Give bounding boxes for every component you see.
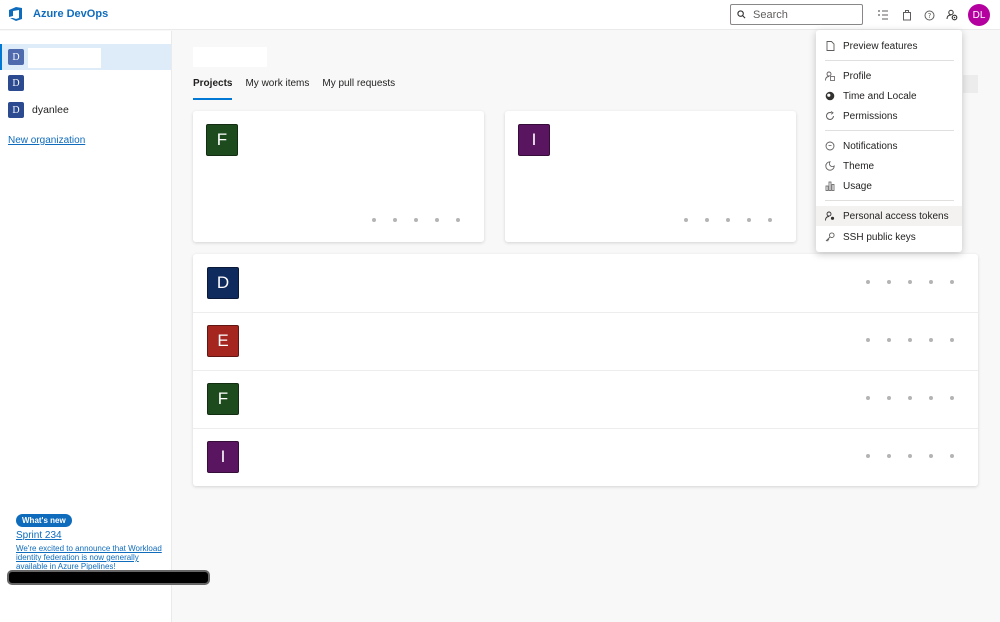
svg-text:?: ? — [927, 12, 931, 20]
menu-item-permissions[interactable]: Permissions — [816, 106, 962, 126]
sidebar-org-2[interactable]: D — [0, 70, 171, 96]
whats-new-badge: What's new — [16, 514, 72, 527]
work-items-icon[interactable] — [876, 8, 890, 22]
search-box[interactable] — [730, 4, 863, 25]
search-input[interactable] — [753, 8, 853, 21]
page-icon — [825, 41, 835, 51]
menu-item-label: Usage — [843, 180, 872, 192]
menu-item-label: Permissions — [843, 110, 898, 122]
menu-item-notifications[interactable]: Notifications — [816, 136, 962, 156]
whats-new-panel: What's new Sprint 234 We're excited to a… — [16, 511, 166, 571]
org-badge: D — [8, 102, 24, 118]
refresh-icon — [825, 111, 835, 121]
menu-item-profile[interactable]: Profile — [816, 66, 962, 86]
loading-dots — [866, 280, 971, 284]
chat-icon — [825, 141, 835, 151]
project-avatar: F — [207, 383, 239, 415]
profile-icon — [825, 71, 835, 81]
loading-dots — [866, 338, 971, 342]
project-row-1[interactable]: D — [193, 254, 978, 312]
menu-item-label: Time and Locale — [843, 90, 917, 102]
loading-dots — [684, 218, 789, 222]
filter-box[interactable] — [963, 75, 978, 93]
menu-item-personal-access-tokens[interactable]: Personal access tokens — [816, 206, 962, 226]
project-avatar: E — [207, 325, 239, 357]
user-settings-menu: Preview features Profile Time and Locale… — [816, 30, 962, 252]
sidebar: D D D dyanlee New organization What's ne… — [0, 31, 172, 622]
menu-item-label: SSH public keys — [843, 231, 916, 243]
loading-dots — [372, 218, 477, 222]
person-key-icon — [825, 211, 835, 221]
menu-item-label: Personal access tokens — [843, 210, 949, 222]
project-card-2[interactable]: I — [505, 111, 796, 242]
menu-item-time-and-locale[interactable]: Time and Locale — [816, 86, 962, 106]
azure-devops-logo-icon — [9, 7, 22, 21]
user-avatar[interactable]: DL — [968, 4, 990, 26]
tab-my-pull-requests[interactable]: My pull requests — [322, 78, 395, 100]
project-avatar: I — [207, 441, 239, 473]
user-settings-icon[interactable] — [945, 8, 959, 22]
brand-name: Azure DevOps — [33, 8, 109, 20]
project-list: D E F I — [193, 254, 978, 486]
tab-my-work-items[interactable]: My work items — [245, 78, 309, 100]
tab-projects[interactable]: Projects — [193, 78, 233, 100]
menu-item-label: Profile — [843, 70, 872, 82]
menu-item-label: Notifications — [843, 140, 898, 152]
org-badge: D — [8, 49, 24, 65]
page-title-redacted — [193, 47, 267, 67]
menu-item-usage[interactable]: Usage — [816, 176, 962, 196]
menu-item-preview-features[interactable]: Preview features — [816, 36, 962, 56]
sprint-link[interactable]: Sprint 234 — [16, 530, 166, 541]
project-card-1[interactable]: F — [193, 111, 484, 242]
loading-dots — [866, 396, 971, 400]
chart-icon — [825, 181, 835, 191]
menu-item-label: Theme — [843, 160, 875, 172]
menu-item-label: Preview features — [843, 40, 918, 52]
redacted-org-name — [28, 48, 101, 68]
top-bar: Azure DevOps ? — [0, 0, 1000, 30]
project-avatar: I — [518, 124, 550, 156]
menu-divider — [825, 60, 954, 61]
menu-item-ssh-public-keys[interactable]: SSH public keys — [816, 227, 962, 247]
key-icon — [825, 232, 835, 242]
project-row-4[interactable]: I — [193, 428, 978, 486]
theme-icon — [825, 161, 835, 171]
sidebar-org-1[interactable]: D — [0, 44, 171, 70]
marketplace-bag-icon[interactable] — [900, 8, 914, 22]
globe-icon — [825, 91, 835, 101]
announcement-link[interactable]: We're excited to announce that Workload … — [16, 544, 166, 571]
redacted-bar — [7, 570, 210, 585]
org-name: dyanlee — [32, 104, 69, 116]
help-icon[interactable]: ? — [922, 8, 936, 22]
project-avatar: F — [206, 124, 238, 156]
search-icon — [737, 10, 746, 19]
org-badge: D — [8, 75, 24, 91]
brand[interactable]: Azure DevOps — [8, 6, 108, 22]
new-organization-link[interactable]: New organization — [8, 135, 85, 146]
project-avatar: D — [207, 267, 239, 299]
menu-divider — [825, 200, 954, 201]
tab-bar: Projects My work items My pull requests — [193, 78, 408, 100]
row-mask — [243, 311, 474, 431]
menu-item-theme[interactable]: Theme — [816, 156, 962, 176]
sidebar-org-3[interactable]: D dyanlee — [0, 97, 171, 123]
menu-divider — [825, 130, 954, 131]
loading-dots — [866, 454, 971, 458]
